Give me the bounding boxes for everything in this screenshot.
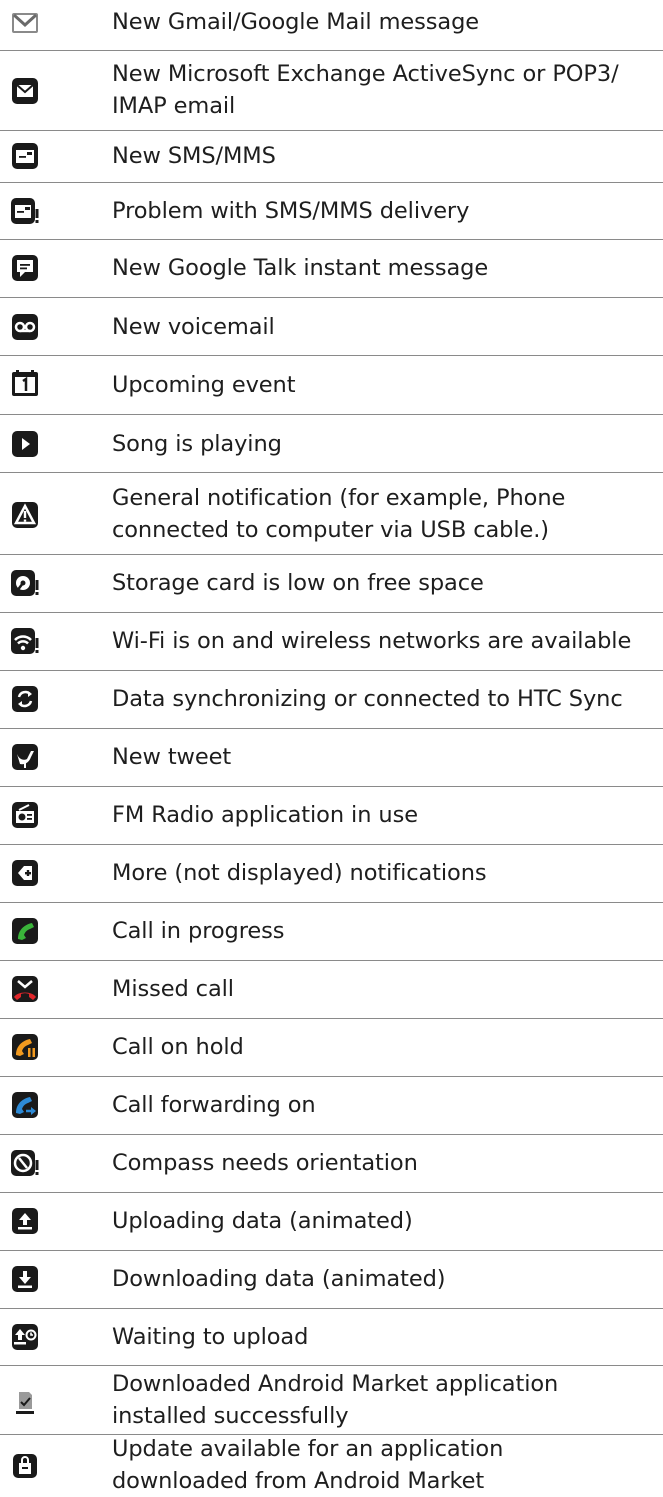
row-text: Update available for an application down… (112, 1436, 504, 1494)
table-row: Call on hold (0, 1019, 663, 1077)
row-text: Missed call (112, 976, 234, 1002)
call-on-hold-icon (11, 1033, 39, 1061)
table-row: Data synchronizing or connected to HTC S… (0, 671, 663, 729)
table-row: Update available for an application down… (0, 1435, 663, 1495)
row-text: New tweet (112, 744, 232, 770)
table-row: New voicemail (0, 298, 663, 356)
row-text: Call forwarding on (112, 1092, 316, 1118)
table-row: Wi-Fi is on and wireless networks are av… (0, 613, 663, 671)
row-text: More (not displayed) notifications (112, 860, 487, 886)
table-row: New tweet (0, 729, 663, 787)
waiting-upload-icon (11, 1323, 39, 1351)
sms-problem-icon (11, 197, 39, 225)
table-row: Uploading data (animated) (0, 1193, 663, 1251)
row-text: Uploading data (animated) (112, 1208, 413, 1234)
table-row: General notification (for example, Phone… (0, 473, 663, 555)
row-text: Upcoming event (112, 372, 296, 398)
row-text: FM Radio application in use (112, 802, 418, 828)
table-row: Upcoming event (0, 356, 663, 415)
call-forwarding-icon (11, 1091, 39, 1119)
upload-icon (11, 1207, 39, 1235)
sync-icon (11, 685, 39, 713)
calendar-icon (11, 369, 39, 397)
email-icon (11, 77, 39, 105)
table-row: Storage card is low on free space (0, 555, 663, 613)
warning-icon (11, 501, 39, 529)
tweet-icon (11, 743, 39, 771)
table-row: FM Radio application in use (0, 787, 663, 845)
row-text: Waiting to upload (112, 1324, 309, 1350)
table-row: New SMS/MMS (0, 131, 663, 183)
row-text: General notification (for example, Phone… (112, 485, 566, 543)
row-text: Compass needs orientation (112, 1150, 418, 1176)
row-text: Song is playing (112, 431, 282, 457)
missed-call-icon (11, 975, 39, 1003)
row-text: Call in progress (112, 918, 285, 944)
table-row: Waiting to upload (0, 1309, 663, 1366)
sms-icon (11, 142, 39, 170)
play-icon (11, 430, 39, 458)
row-text: Storage card is low on free space (112, 570, 484, 596)
table-row: Downloaded Android Market application in… (0, 1366, 663, 1435)
row-text: Downloaded Android Market application in… (112, 1371, 559, 1429)
table-row: Call forwarding on (0, 1077, 663, 1135)
download-icon (11, 1265, 39, 1293)
table-row: New Gmail/Google Mail message (0, 0, 663, 51)
gmail-icon (11, 9, 39, 37)
row-text: Data synchronizing or connected to HTC S… (112, 686, 623, 712)
table-row: Compass needs orientation (0, 1135, 663, 1193)
fm-radio-icon (11, 801, 39, 829)
table-row: Missed call (0, 961, 663, 1019)
wifi-icon (11, 627, 39, 655)
row-text: Downloading data (animated) (112, 1266, 446, 1292)
row-text: New SMS/MMS (112, 143, 276, 169)
table-row: Song is playing (0, 415, 663, 473)
row-text: New voicemail (112, 314, 275, 340)
table-row: More (not displayed) notifications (0, 845, 663, 903)
voicemail-icon (11, 313, 39, 341)
market-installed-icon (11, 1388, 39, 1416)
row-text: New Gmail/Google Mail message (112, 9, 480, 35)
market-update-icon (11, 1452, 39, 1480)
more-notifications-icon (11, 859, 39, 887)
table-row: New Microsoft Exchange ActiveSync or POP… (0, 51, 663, 131)
table-row: New Google Talk instant message (0, 240, 663, 298)
row-text: Problem with SMS/MMS delivery (112, 198, 470, 224)
row-text: New Microsoft Exchange ActiveSync or POP… (112, 61, 619, 119)
storage-low-icon (11, 569, 39, 597)
row-text: Call on hold (112, 1034, 244, 1060)
table-row: Downloading data (animated) (0, 1251, 663, 1309)
table-row: Call in progress (0, 903, 663, 961)
row-text: New Google Talk instant message (112, 255, 489, 281)
table-row: Problem with SMS/MMS delivery (0, 183, 663, 240)
row-text: Wi-Fi is on and wireless networks are av… (112, 628, 632, 654)
call-in-progress-icon (11, 917, 39, 945)
google-talk-icon (11, 254, 39, 282)
compass-icon (11, 1149, 39, 1177)
